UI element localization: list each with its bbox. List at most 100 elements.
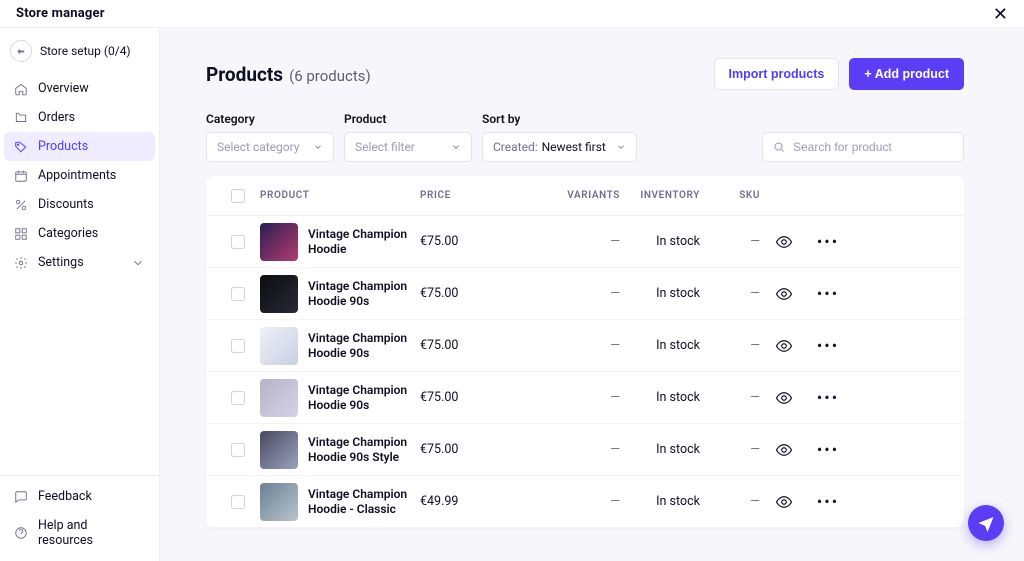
filter-sort-dropdown[interactable]: Created: Newest first	[482, 132, 637, 162]
row-menu-button[interactable]: •••	[808, 388, 848, 407]
variants-cell: —	[540, 286, 620, 301]
chevron-down-icon	[616, 142, 626, 152]
products-table: PRODUCT PRICE VARIANTS INVENTORY SKU Vin…	[206, 176, 964, 528]
nav-categories[interactable]: Categories	[4, 219, 155, 248]
filter-category-placeholder: Select category	[217, 140, 299, 154]
store-setup-link[interactable]: Store setup (0/4)	[0, 28, 159, 74]
row-menu-button[interactable]: •••	[808, 440, 848, 459]
price-cell: €75.00	[420, 234, 540, 249]
search-icon	[773, 141, 785, 153]
percent-icon	[14, 198, 28, 212]
table-row[interactable]: Vintage Champion Hoodie €75.00 — In stoc…	[206, 216, 964, 268]
row-menu-button[interactable]: •••	[808, 336, 848, 355]
nav-overview[interactable]: Overview	[4, 74, 155, 103]
view-button[interactable]	[760, 493, 808, 511]
filter-product-dropdown[interactable]: Select filter	[344, 132, 472, 162]
nav-label: Feedback	[38, 489, 92, 504]
product-name: Vintage Champion Hoodie 90s	[308, 383, 420, 413]
row-checkbox[interactable]	[231, 235, 245, 249]
page-title-text: Products	[206, 63, 283, 86]
table-row[interactable]: Vintage Champion Hoodie 90s €75.00 — In …	[206, 372, 964, 424]
add-product-button[interactable]: + Add product	[849, 58, 964, 90]
table-row[interactable]: Vintage Champion Hoodie 90s €75.00 — In …	[206, 268, 964, 320]
variants-cell: —	[540, 442, 620, 457]
nav-settings[interactable]: Settings	[4, 248, 155, 277]
product-cell: Vintage Champion Hoodie 90s	[260, 275, 420, 313]
chevron-down-icon	[451, 142, 461, 152]
inventory-cell: In stock	[620, 390, 700, 405]
product-thumbnail	[260, 431, 298, 469]
col-inventory: INVENTORY	[620, 190, 700, 201]
close-button[interactable]: ✕	[993, 5, 1008, 23]
nav-feedback[interactable]: Feedback	[4, 482, 155, 511]
nav-products[interactable]: Products	[4, 132, 155, 161]
primary-nav: Overview Orders Products Appointments Di…	[0, 74, 159, 475]
page-actions: Import products + Add product	[714, 58, 964, 90]
nav-orders[interactable]: Orders	[4, 103, 155, 132]
select-all-checkbox[interactable]	[231, 189, 245, 203]
row-checkbox[interactable]	[231, 339, 245, 353]
row-checkbox[interactable]	[231, 287, 245, 301]
nav-appointments[interactable]: Appointments	[4, 161, 155, 190]
chevron-down-icon	[131, 256, 145, 270]
import-products-button[interactable]: Import products	[714, 58, 840, 90]
table-header: PRODUCT PRICE VARIANTS INVENTORY SKU	[206, 176, 964, 216]
sku-cell: —	[700, 494, 760, 509]
product-cell: Vintage Champion Hoodie	[260, 223, 420, 261]
table-row[interactable]: Vintage Champion Hoodie - Classic €49.99…	[206, 476, 964, 528]
filter-category-dropdown[interactable]: Select category	[206, 132, 334, 162]
send-icon	[977, 514, 995, 532]
chevron-down-icon	[313, 142, 323, 152]
view-button[interactable]	[760, 389, 808, 407]
main-content: Products (6 products) Import products + …	[160, 28, 1024, 561]
product-cell: Vintage Champion Hoodie 90s	[260, 327, 420, 365]
price-cell: €49.99	[420, 494, 540, 509]
sku-cell: —	[700, 390, 760, 405]
app-title: Store manager	[16, 6, 105, 21]
product-name: Vintage Champion Hoodie - Classic	[308, 487, 420, 517]
filter-product-placeholder: Select filter	[355, 140, 415, 154]
search-input[interactable]	[793, 140, 953, 154]
nav-discounts[interactable]: Discounts	[4, 190, 155, 219]
nav-label: Appointments	[38, 168, 116, 183]
row-checkbox[interactable]	[231, 391, 245, 405]
row-checkbox[interactable]	[231, 443, 245, 457]
row-menu-button[interactable]: •••	[808, 492, 848, 511]
more-icon: •••	[817, 284, 839, 303]
view-button[interactable]	[760, 441, 808, 459]
view-button[interactable]	[760, 233, 808, 251]
home-icon	[14, 82, 28, 96]
product-cell: Vintage Champion Hoodie 90s Style	[260, 431, 420, 469]
sku-cell: —	[700, 234, 760, 249]
calendar-icon	[14, 169, 28, 183]
eye-icon	[775, 285, 793, 303]
product-name: Vintage Champion Hoodie	[308, 227, 420, 257]
product-thumbnail	[260, 223, 298, 261]
row-menu-button[interactable]: •••	[808, 232, 848, 251]
more-icon: •••	[817, 388, 839, 407]
eye-icon	[775, 441, 793, 459]
view-button[interactable]	[760, 337, 808, 355]
variants-cell: —	[540, 338, 620, 353]
price-cell: €75.00	[420, 338, 540, 353]
eye-icon	[775, 337, 793, 355]
tag-icon	[14, 140, 28, 154]
table-row[interactable]: Vintage Champion Hoodie 90s €75.00 — In …	[206, 320, 964, 372]
nav-help[interactable]: Help and resources	[4, 511, 155, 555]
orders-icon	[14, 111, 28, 125]
help-fab[interactable]	[968, 505, 1004, 541]
inventory-cell: In stock	[620, 338, 700, 353]
inventory-cell: In stock	[620, 442, 700, 457]
table-row[interactable]: Vintage Champion Hoodie 90s Style €75.00…	[206, 424, 964, 476]
page-title: Products (6 products)	[206, 63, 371, 86]
product-thumbnail	[260, 327, 298, 365]
view-button[interactable]	[760, 285, 808, 303]
col-product: PRODUCT	[260, 190, 420, 201]
product-thumbnail	[260, 483, 298, 521]
gear-icon	[14, 256, 28, 270]
help-icon	[14, 526, 28, 540]
row-menu-button[interactable]: •••	[808, 284, 848, 303]
search-box[interactable]	[762, 132, 964, 162]
row-checkbox[interactable]	[231, 495, 245, 509]
close-icon: ✕	[993, 4, 1008, 24]
